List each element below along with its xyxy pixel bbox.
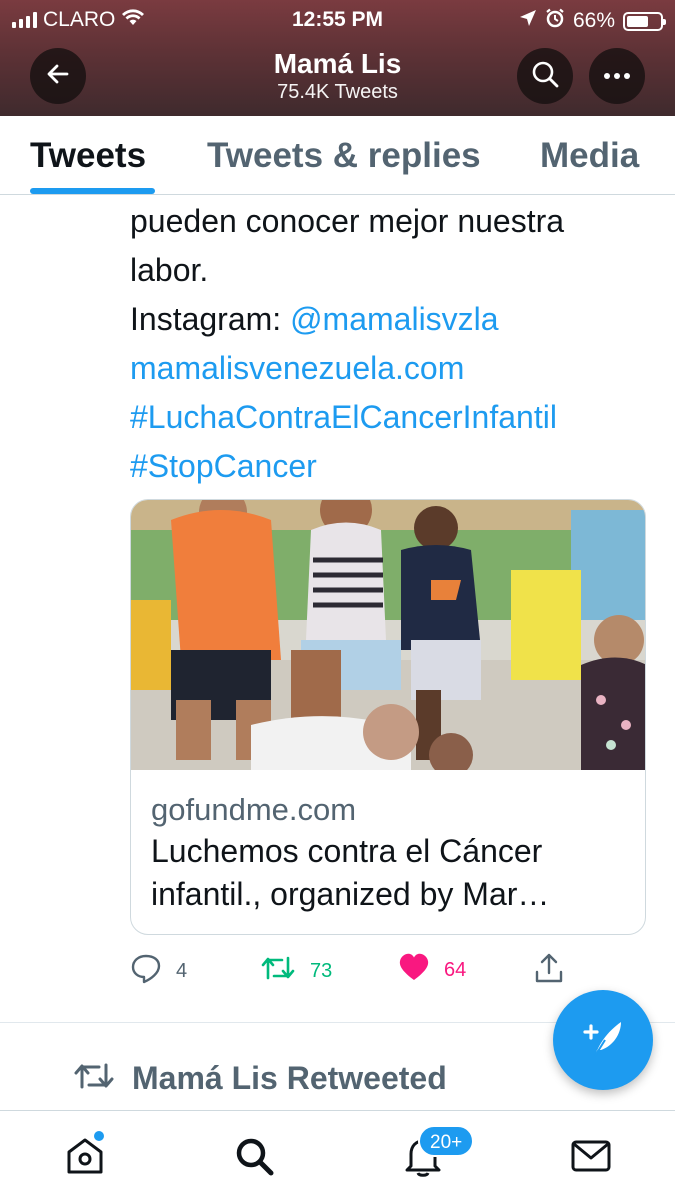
battery-icon: [623, 11, 666, 31]
retweet-button[interactable]: 73: [260, 952, 332, 990]
retweet-icon: [72, 1058, 116, 1099]
profile-tabs: Tweets Tweets & replies Media: [0, 116, 675, 195]
profile-title: Mamá Lis 75.4K Tweets: [0, 48, 675, 104]
home-icon: [63, 1134, 107, 1183]
tweet-text-line: Instagram: @mamalisvzla: [130, 295, 670, 344]
instagram-mention-link[interactable]: @mamalisvzla: [290, 301, 499, 337]
card-title-line: infantil., organized by Mar…: [151, 876, 550, 912]
status-bar: CLARO 12:55 PM 66%: [0, 0, 675, 38]
share-icon: [534, 952, 564, 990]
active-tab-indicator: [30, 188, 155, 194]
retweeted-label: Mamá Lis Retweeted: [132, 1060, 447, 1096]
card-image: [131, 500, 645, 770]
search-icon: [531, 60, 559, 93]
share-button[interactable]: [534, 952, 564, 990]
hashtag-link[interactable]: #StopCancer: [130, 442, 670, 491]
like-count: 64: [444, 958, 467, 981]
more-options-button[interactable]: [589, 48, 645, 104]
location-arrow-icon: [519, 9, 537, 33]
link-preview-card[interactable]: gofundme.com Luchemos contra el Cáncer i…: [130, 499, 646, 935]
tab-tweets[interactable]: Tweets: [30, 136, 146, 176]
more-icon: [603, 67, 631, 85]
notifications-badge: 20+: [418, 1125, 475, 1157]
alarm-icon: [545, 8, 565, 34]
reply-count: 4: [176, 959, 188, 982]
like-button[interactable]: 64: [398, 952, 466, 988]
compose-feather-icon: [579, 1014, 627, 1067]
reply-button[interactable]: 4: [130, 952, 187, 990]
retweeted-indicator[interactable]: Mamá Lis Retweeted: [72, 1058, 447, 1099]
tweet-count: 75.4K Tweets: [277, 81, 398, 103]
battery-percent: 66%: [572, 9, 615, 32]
card-title-line: Luchemos contra el Cáncer: [151, 833, 543, 869]
heart-icon: [398, 952, 430, 988]
compose-tweet-button[interactable]: [553, 990, 653, 1090]
card-domain: gofundme.com: [151, 792, 357, 827]
tweet-text: pueden conocer mejor nuestra labor. Inst…: [130, 197, 670, 491]
nav-home[interactable]: [60, 1131, 110, 1183]
home-new-dot: [94, 1131, 104, 1141]
battery-level: [627, 15, 648, 27]
profile-header: CLARO 12:55 PM 66% Mamá Lis 75.4K Tweets: [0, 0, 675, 116]
tab-media[interactable]: Media: [540, 136, 639, 176]
profile-name: Mamá Lis: [273, 48, 402, 79]
instagram-label: Instagram:: [130, 301, 291, 337]
search-icon: [233, 1135, 275, 1182]
status-right: 66%: [519, 8, 666, 34]
nav-search[interactable]: [229, 1133, 279, 1183]
tab-tweets-and-replies[interactable]: Tweets & replies: [207, 136, 481, 176]
card-meta: gofundme.com Luchemos contra el Cáncer i…: [151, 790, 631, 916]
reply-icon: [130, 952, 162, 990]
mail-icon: [570, 1138, 612, 1179]
tweet-actions: 4 73 64: [130, 952, 650, 992]
hashtag-link[interactable]: #LuchaContraElCancerInfantil: [130, 393, 670, 442]
tweet-text-line: labor.: [130, 252, 209, 288]
retweet-count: 73: [310, 959, 333, 982]
search-button[interactable]: [517, 48, 573, 104]
website-link[interactable]: mamalisvenezuela.com: [130, 344, 670, 393]
tweet-text-line: pueden conocer mejor nuestra: [130, 203, 565, 239]
nav-messages[interactable]: [566, 1133, 616, 1183]
retweet-icon: [260, 952, 296, 990]
bottom-navigation: [0, 1110, 675, 1200]
